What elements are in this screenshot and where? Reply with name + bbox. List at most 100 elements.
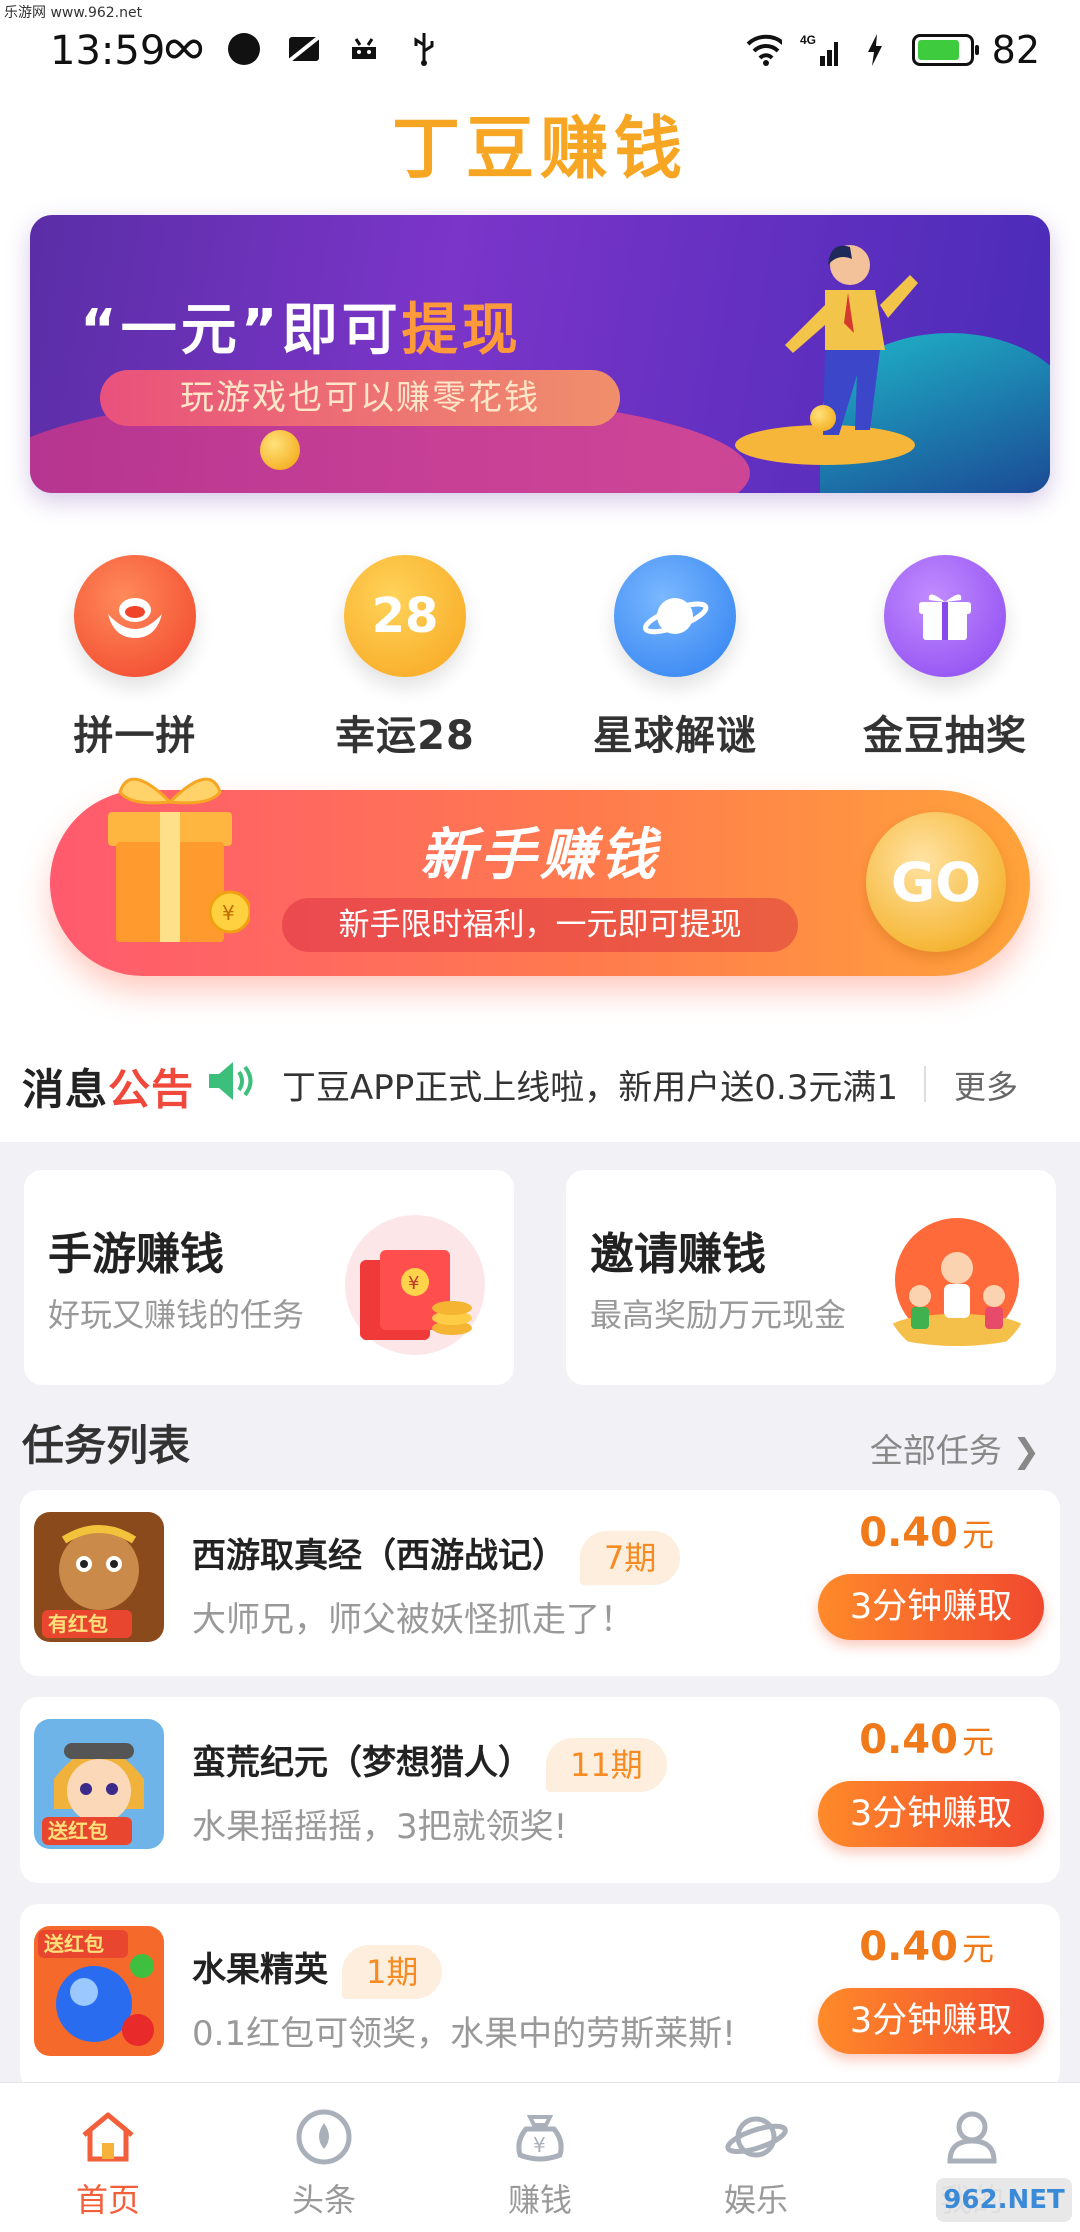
battery-percent: 82 bbox=[991, 28, 1040, 72]
watermark-top: 乐游网 www.962.net bbox=[4, 5, 143, 21]
nav-earn[interactable]: ¥ 赚钱 bbox=[432, 2083, 648, 2232]
wifi-icon bbox=[744, 31, 782, 69]
bottom-nav: 首页 头条 ¥ 赚钱 娱乐 我的 bbox=[0, 2082, 1080, 2232]
nav-home[interactable]: 首页 bbox=[0, 2083, 216, 2232]
image-slash-icon bbox=[285, 30, 323, 68]
earn-button[interactable]: 3分钟赚取 bbox=[818, 1988, 1044, 2054]
banner-headline-text: “一元”即可 bbox=[80, 298, 402, 363]
promo-card-invite[interactable]: 邀请赚钱 最高奖励万元现金 bbox=[566, 1170, 1056, 1385]
task-name: 水果精英 1期 bbox=[192, 1942, 443, 1999]
notice-title-black: 消息 bbox=[22, 1065, 109, 1114]
quick-entry-label: 幸运28 bbox=[335, 713, 475, 759]
notice-title-red: 公告 bbox=[108, 1065, 195, 1114]
lucky-28-icon-text: 28 bbox=[371, 588, 439, 644]
nav-label: 娱乐 bbox=[723, 2181, 788, 2219]
banner-headline-highlight: 提现 bbox=[401, 298, 522, 363]
promo-title: 手游赚钱 bbox=[48, 1229, 224, 1280]
quick-entry-row: 拼一拼 28 幸运28 星球解谜 金豆抽奖 bbox=[0, 545, 1080, 765]
notice-bar: 消息公告 丁豆APP正式上线啦，新用户送0.3元满1 更多 bbox=[0, 1030, 1080, 1130]
task-description: 0.1红包可领奖，水果中的劳斯莱斯! bbox=[192, 2014, 736, 2054]
all-tasks-label: 全部任务 bbox=[869, 1431, 1002, 1470]
planet-icon bbox=[724, 2105, 788, 2169]
quick-entry-label: 星球解谜 bbox=[593, 713, 757, 759]
go-button[interactable]: GO bbox=[866, 812, 1006, 952]
task-reward-unit: 元 bbox=[961, 1516, 994, 1554]
ingot-icon bbox=[74, 555, 196, 677]
task-list-title: 任务列表 bbox=[22, 1421, 191, 1470]
game-thumbnail-fruit: 送红包 bbox=[34, 1926, 164, 2056]
quick-entry-lucky28[interactable]: 28 幸运28 bbox=[270, 545, 540, 765]
nav-entertainment[interactable]: 娱乐 bbox=[648, 2083, 864, 2232]
banner-subtitle: 玩游戏也可以赚零花钱 bbox=[100, 370, 620, 426]
quick-entry-label: 金豆抽奖 bbox=[863, 713, 1027, 759]
task-name-text: 水果精英 bbox=[192, 1950, 328, 1990]
task-name-text: 蛮荒纪元（梦想猎人） bbox=[192, 1743, 532, 1783]
gift-icon bbox=[884, 555, 1006, 677]
charging-icon bbox=[856, 31, 894, 69]
promo-subtitle: 最高奖励万元现金 bbox=[590, 1296, 847, 1334]
game-thumbnail-manhuang: 送红包 bbox=[34, 1719, 164, 1849]
notice-more-link[interactable]: 更多 bbox=[954, 1062, 1018, 1108]
coin-icon bbox=[260, 430, 300, 470]
notice-text[interactable]: 丁豆APP正式上线啦，新用户送0.3元满1 bbox=[282, 1060, 922, 1109]
task-name-text: 西游取真经（西游战记） bbox=[192, 1536, 566, 1576]
promo-title: 邀请赚钱 bbox=[590, 1229, 766, 1280]
earn-button[interactable]: 3分钟赚取 bbox=[818, 1574, 1044, 1640]
home-icon bbox=[76, 2105, 140, 2169]
nav-label: 首页 bbox=[75, 2181, 140, 2219]
watermark-logo: 962.NET bbox=[936, 2178, 1072, 2222]
quick-entry-pin[interactable]: 拼一拼 bbox=[0, 545, 270, 765]
quick-entry-planet[interactable]: 星球解谜 bbox=[540, 545, 810, 765]
svg-text:有红包: 有红包 bbox=[48, 1612, 108, 1636]
task-reward-value: 0.40 bbox=[859, 1717, 958, 1763]
red-envelope-icon: ¥ bbox=[345, 1215, 485, 1355]
money-bag-icon: ¥ bbox=[508, 2105, 572, 2169]
headline-icon bbox=[292, 2105, 356, 2169]
task-card[interactable]: 有红包 西游取真经（西游战记） 7期 大师兄，师父被妖怪抓走了！ 0.40 元 3分… bbox=[20, 1490, 1060, 1676]
usb-icon bbox=[405, 30, 443, 68]
promo-banner[interactable]: “一元”即可提现 玩游戏也可以赚零花钱 bbox=[30, 215, 1050, 493]
task-name: 蛮荒纪元（梦想猎人） 11期 bbox=[192, 1735, 667, 1792]
lucky-28-icon: 28 bbox=[344, 555, 466, 677]
svg-text:送红包: 送红包 bbox=[44, 1932, 104, 1956]
task-reward-unit: 元 bbox=[961, 1930, 994, 1968]
nav-headline[interactable]: 头条 bbox=[216, 2083, 432, 2232]
svg-text:¥: ¥ bbox=[222, 901, 235, 925]
speaker-icon bbox=[209, 1062, 253, 1100]
status-icons-left bbox=[165, 30, 443, 68]
android-icon bbox=[345, 30, 383, 68]
notice-divider bbox=[924, 1066, 926, 1102]
task-period-badge: 1期 bbox=[342, 1944, 443, 1999]
chevron-right-icon: ❯ bbox=[1012, 1431, 1040, 1470]
task-description: 水果摇摇摇，3把就领奖! bbox=[192, 1807, 568, 1847]
task-reward: 0.40 元 bbox=[859, 1510, 994, 1556]
quick-entry-label: 拼一拼 bbox=[73, 713, 197, 759]
all-tasks-link[interactable]: 全部任务 ❯ bbox=[870, 1424, 1040, 1472]
profile-icon bbox=[940, 2105, 1004, 2169]
promo-subtitle: 好玩又赚钱的任务 bbox=[48, 1296, 305, 1334]
task-reward-value: 0.40 bbox=[859, 1510, 958, 1556]
task-card[interactable]: 送红包 蛮荒纪元（梦想猎人） 11期 水果摇摇摇，3把就领奖! 0.40 元 3分钟… bbox=[20, 1697, 1060, 1883]
chat-bubble-icon bbox=[225, 30, 263, 68]
status-icons-right: 4G 82 bbox=[744, 28, 1040, 72]
svg-text:¥: ¥ bbox=[408, 1273, 419, 1294]
banner-headline: “一元”即可提现 bbox=[80, 285, 522, 366]
task-card[interactable]: 送红包 水果精英 1期 0.1红包可领奖，水果中的劳斯莱斯! 0.40 元 3分钟赚… bbox=[20, 1904, 1060, 2090]
task-description: 大师兄，师父被妖怪抓走了！ bbox=[192, 1600, 634, 1640]
newbie-banner[interactable]: ¥ 新手赚钱 新手限时福利，一元即可提现 GO bbox=[50, 777, 1030, 976]
planet-icon bbox=[614, 555, 736, 677]
task-name: 西游取真经（西游战记） 7期 bbox=[192, 1528, 681, 1585]
family-icon bbox=[887, 1218, 1027, 1346]
earn-button[interactable]: 3分钟赚取 bbox=[818, 1781, 1044, 1847]
svg-text:送红包: 送红包 bbox=[48, 1819, 108, 1843]
promo-card-mobile-games[interactable]: 手游赚钱 好玩又赚钱的任务 ¥ bbox=[24, 1170, 514, 1385]
quick-entry-lottery[interactable]: 金豆抽奖 bbox=[810, 545, 1080, 765]
task-reward-value: 0.40 bbox=[859, 1924, 958, 1970]
status-bar: 乐游网 www.962.net 13:59 4G 82 bbox=[0, 0, 1080, 100]
task-period-badge: 11期 bbox=[546, 1737, 667, 1792]
infinity-icon bbox=[165, 30, 203, 68]
svg-text:4G: 4G bbox=[800, 33, 816, 47]
notice-title: 消息公告 bbox=[22, 1056, 194, 1117]
nav-label: 头条 bbox=[291, 2181, 356, 2219]
battery-icon bbox=[911, 34, 979, 66]
